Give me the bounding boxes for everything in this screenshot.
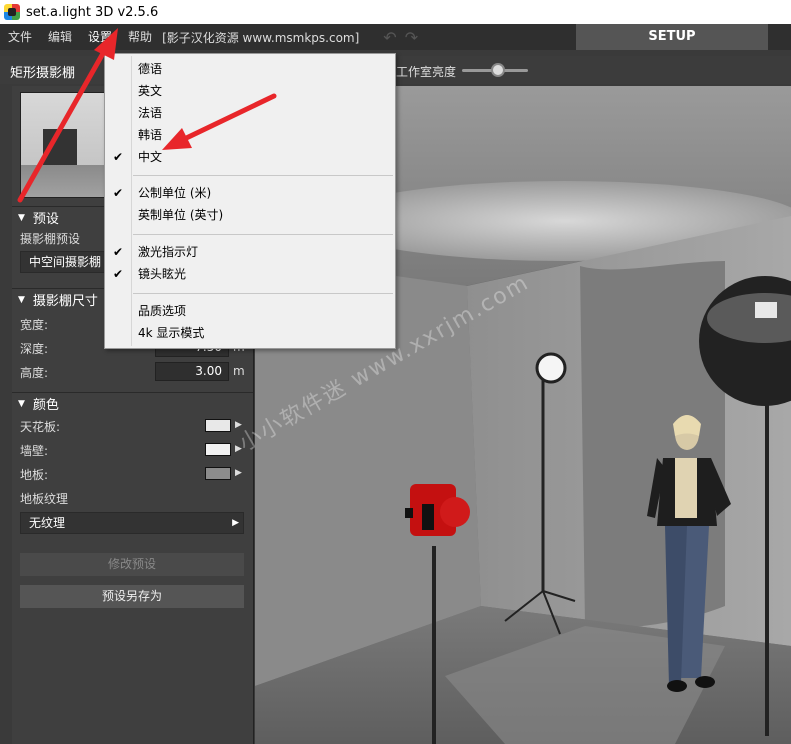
menu-item-laser-pointer[interactable]: ✔ 激光指示灯	[105, 241, 395, 263]
modify-preset-button[interactable]: 修改预设	[20, 553, 244, 576]
wall-color-label: 墙壁:	[20, 444, 49, 458]
depth-label: 深度:	[20, 342, 49, 356]
menu-item-german[interactable]: 德语	[105, 58, 395, 80]
floor-color-label: 地板:	[20, 468, 49, 482]
light-head-left	[535, 352, 567, 384]
ceiling-color-label: 天花板:	[20, 420, 61, 434]
menu-item-chinese[interactable]: ✔ 中文	[105, 146, 395, 168]
collapse-triangle-icon: ▼	[18, 398, 25, 409]
menu-settings[interactable]: 设置	[80, 24, 120, 50]
menu-item-english[interactable]: 英文	[105, 80, 395, 102]
menu-item-metric-units[interactable]: ✔ 公制单位 (米)	[105, 182, 395, 204]
floor-texture-dropdown[interactable]: 无纹理 ▶	[20, 512, 244, 534]
wall-color-swatch[interactable]	[205, 443, 231, 456]
studio-brightness-label: 工作室亮度	[396, 65, 457, 79]
studio-preset-label: 摄影棚预设	[20, 232, 81, 246]
menu-item-lens-flare[interactable]: ✔ 镜头眩光	[105, 263, 395, 285]
menu-separator	[133, 293, 393, 294]
app-logo-icon	[4, 4, 20, 20]
menu-separator	[133, 175, 393, 176]
undo-icon[interactable]: ↶	[383, 28, 396, 47]
height-field[interactable]: 3.00	[155, 362, 229, 381]
studio-preview-thumbnail	[20, 92, 110, 198]
beauty-dish-bulb	[755, 302, 777, 318]
menu-item-quality-options[interactable]: 品质选项	[105, 300, 395, 322]
redo-icon[interactable]: ↷	[405, 28, 418, 47]
window-title: set.a.light 3D v2.5.6	[26, 4, 159, 20]
menu-file[interactable]: 文件	[0, 24, 40, 50]
ceiling-color-swatch[interactable]	[205, 419, 231, 432]
checkmark-icon: ✔	[113, 245, 124, 259]
menu-note: [影子汉化资源 www.msmkps.com]	[162, 30, 360, 45]
checkmark-icon: ✔	[113, 186, 124, 200]
section-colors[interactable]: ▼ 颜色	[12, 392, 253, 414]
settings-dropdown-menu: 德语 英文 法语 韩语 ✔ 中文 ✔ 公制单位 (米) 英制单位 (英寸) ✔ …	[104, 53, 396, 349]
menu-item-4k-display[interactable]: 4k 显示模式	[105, 322, 395, 344]
tab-setup[interactable]: SETUP	[576, 24, 768, 50]
collapse-triangle-icon: ▼	[18, 212, 25, 223]
menu-item-french[interactable]: 法语	[105, 102, 395, 124]
panel-title: 矩形摄影棚	[10, 66, 76, 81]
width-label: 宽度:	[20, 318, 49, 332]
menu-help[interactable]: 帮助	[120, 24, 160, 50]
height-label: 高度:	[20, 366, 49, 380]
studio-brightness-slider-knob[interactable]	[491, 63, 506, 77]
menu-separator	[133, 234, 393, 235]
height-unit: m	[233, 364, 245, 378]
floor-color-swatch[interactable]	[205, 467, 231, 480]
menu-edit[interactable]: 编辑	[40, 24, 80, 50]
save-preset-as-button[interactable]: 预设另存为	[20, 585, 244, 608]
chevron-right-icon: ▶	[232, 518, 239, 528]
checkmark-icon: ✔	[113, 267, 124, 281]
checkmark-icon: ✔	[113, 150, 124, 164]
collapse-triangle-icon: ▼	[18, 294, 25, 305]
menu-bar: 文件 编辑 设置 帮助 [影子汉化资源 www.msmkps.com] ↶ ↷ …	[0, 24, 791, 50]
menu-item-imperial-units[interactable]: 英制单位 (英寸)	[105, 204, 395, 226]
menu-item-korean[interactable]: 韩语	[105, 124, 395, 146]
chevron-right-icon[interactable]: ▶	[235, 468, 242, 478]
title-bar: set.a.light 3D v2.5.6	[0, 0, 791, 24]
floor-texture-label: 地板纹理	[20, 492, 69, 506]
